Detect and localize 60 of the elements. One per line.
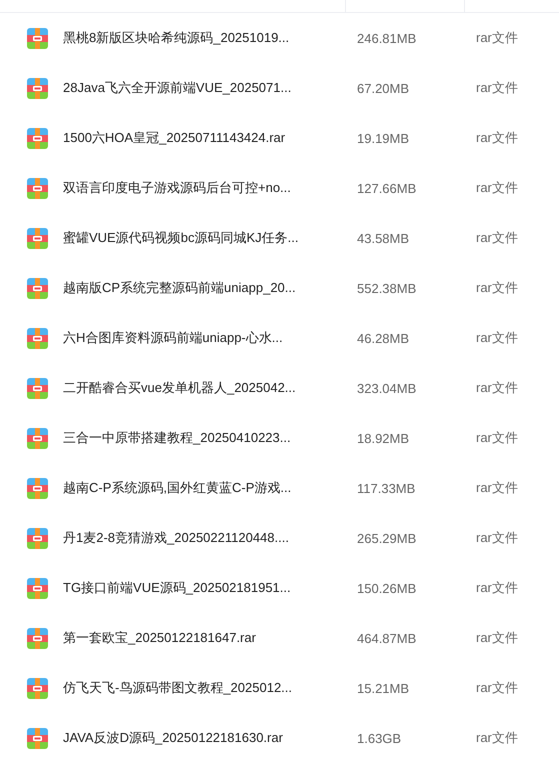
file-size: 150.26MB [357, 580, 418, 596]
file-name[interactable]: 仿飞天飞-鸟源码带图文教程_2025012... [63, 679, 357, 697]
archive-icon [27, 78, 48, 98]
file-type: rar文件 [476, 529, 519, 547]
file-name[interactable]: TG接口前端VUE源码_202502181951... [63, 579, 357, 597]
archive-icon [27, 678, 48, 698]
file-size: 1.63GB [357, 730, 402, 746]
file-name[interactable]: 1500六HOA皇冠_20250711143424.rar [63, 129, 357, 147]
file-size: 46.28MB [357, 330, 410, 346]
file-type: rar文件 [476, 79, 519, 97]
archive-icon [27, 28, 48, 48]
file-size: 18.92MB [357, 430, 410, 446]
file-type: rar文件 [476, 29, 519, 47]
file-type: rar文件 [476, 329, 519, 347]
file-size: 19.19MB [357, 130, 410, 146]
archive-icon [27, 428, 48, 448]
file-size: 15.21MB [357, 680, 410, 696]
file-type: rar文件 [476, 729, 519, 747]
file-name[interactable]: 二开酷睿合买vue发单机器人_2025042... [63, 379, 357, 397]
file-name[interactable]: 28Java飞六全开源前端VUE_2025071... [63, 79, 357, 97]
file-size: 117.33MB [357, 480, 416, 496]
file-size: 246.81MB [357, 30, 418, 46]
file-type: rar文件 [476, 279, 519, 297]
file-name[interactable]: 越南版CP系统完整源码前端uniapp_20... [63, 279, 357, 297]
file-name[interactable]: 丹1麦2-8竞猜游戏_20250221120448.... [63, 529, 357, 547]
archive-icon [27, 228, 48, 248]
file-size: 323.04MB [357, 380, 418, 396]
file-name[interactable]: 第一套欧宝_20250122181647.rar [63, 629, 357, 647]
file-size: 265.29MB [357, 530, 418, 546]
file-size: 67.20MB [357, 80, 410, 96]
file-size: 464.87MB [357, 630, 418, 646]
file-type: rar文件 [476, 579, 519, 597]
file-type: rar文件 [476, 179, 519, 197]
archive-icon [27, 478, 48, 498]
file-type: rar文件 [476, 429, 519, 447]
file-type: rar文件 [476, 129, 519, 147]
archive-icon [27, 528, 48, 548]
file-name[interactable]: 六H合图库资料源码前端uniapp-心水... [63, 329, 357, 347]
archive-icon [27, 328, 48, 348]
file-name[interactable]: 蜜罐VUE源代码视频bc源码同城KJ任务... [63, 229, 357, 247]
file-name[interactable]: 双语言印度电子游戏源码后台可控+no... [63, 179, 357, 197]
file-type: rar文件 [476, 379, 519, 397]
file-type: rar文件 [476, 479, 519, 497]
archive-icon [27, 728, 48, 748]
file-size: 127.66MB [357, 180, 418, 196]
file-name[interactable]: 三合一中原带搭建教程_20250410223... [63, 429, 357, 447]
file-type: rar文件 [476, 679, 519, 697]
file-name[interactable]: JAVA反波D源码_20250122181630.rar [63, 729, 357, 747]
file-type: rar文件 [476, 629, 519, 647]
archive-icon [27, 578, 48, 598]
file-size: 552.38MB [357, 280, 418, 296]
archive-icon [27, 278, 48, 298]
archive-icon [27, 378, 48, 398]
file-name[interactable]: 越南C-P系统源码,国外红黄蓝C-P游戏... [63, 479, 357, 497]
archive-icon [27, 628, 48, 648]
file-type: rar文件 [476, 229, 519, 247]
file-size: 43.58MB [357, 230, 410, 246]
archive-icon [27, 178, 48, 198]
file-name[interactable]: 黑桃8新版区块哈希纯源码_20251019... [63, 29, 357, 47]
archive-icon [27, 128, 48, 148]
